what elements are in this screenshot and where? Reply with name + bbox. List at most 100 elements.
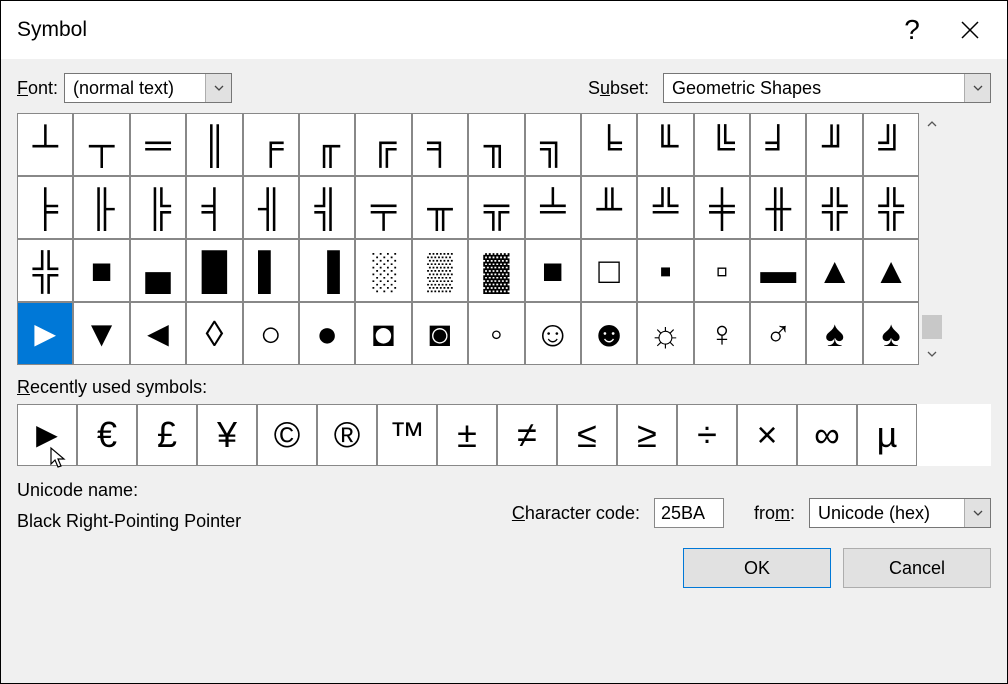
recent-symbol-cell[interactable]: ≥: [617, 404, 677, 466]
recent-symbol-cell[interactable]: ±: [437, 404, 497, 466]
symbol-cell[interactable]: ▓: [468, 239, 524, 302]
scroll-track[interactable]: [921, 135, 943, 343]
recent-symbol-cell[interactable]: €: [77, 404, 137, 466]
cancel-button[interactable]: Cancel: [843, 548, 991, 588]
symbol-cell[interactable]: ┬: [73, 113, 129, 176]
symbol-cell[interactable]: ◦: [468, 302, 524, 365]
symbol-cell[interactable]: ░: [355, 239, 411, 302]
symbol-cell[interactable]: ◊: [186, 302, 242, 365]
recent-symbol-cell[interactable]: ×: [737, 404, 797, 466]
chevron-down-icon[interactable]: [964, 74, 990, 102]
symbol-cell[interactable]: ▒: [412, 239, 468, 302]
symbol-cell[interactable]: ╕: [412, 113, 468, 176]
symbol-cell[interactable]: ╒: [243, 113, 299, 176]
ok-button[interactable]: OK: [683, 548, 831, 588]
symbol-cell[interactable]: ╛: [750, 113, 806, 176]
symbol-cell[interactable]: ●: [299, 302, 355, 365]
unicode-info: Unicode name: Black Right-Pointing Point…: [17, 480, 241, 588]
recent-symbol-cell[interactable]: ≠: [497, 404, 557, 466]
symbol-cell[interactable]: ╨: [581, 176, 637, 239]
symbol-cell[interactable]: ▌: [243, 239, 299, 302]
symbol-cell[interactable]: ╤: [355, 176, 411, 239]
symbol-cell[interactable]: ╢: [243, 176, 299, 239]
recent-symbol-cell[interactable]: ≤: [557, 404, 617, 466]
symbol-cell[interactable]: ◙: [412, 302, 468, 365]
recent-symbol-cell[interactable]: ∞: [797, 404, 857, 466]
symbol-cell[interactable]: ╬: [863, 176, 919, 239]
scroll-thumb[interactable]: [922, 315, 942, 339]
symbol-cell[interactable]: ▬: [750, 239, 806, 302]
symbol-cell[interactable]: ╡: [186, 176, 242, 239]
symbol-cell[interactable]: ■: [73, 239, 129, 302]
symbol-cell[interactable]: □: [581, 239, 637, 302]
symbol-cell[interactable]: ■: [525, 239, 581, 302]
symbol-cell[interactable]: ╦: [468, 176, 524, 239]
chevron-down-icon[interactable]: [964, 499, 990, 527]
symbol-cell[interactable]: ♀: [694, 302, 750, 365]
symbol-cell[interactable]: ╘: [581, 113, 637, 176]
symbol-cell[interactable]: ╩: [637, 176, 693, 239]
recent-symbol-cell[interactable]: ¥: [197, 404, 257, 466]
symbol-cell[interactable]: ▲: [806, 239, 862, 302]
symbol-cell[interactable]: ╓: [299, 113, 355, 176]
symbol-cell[interactable]: ♠: [863, 302, 919, 365]
symbol-cell[interactable]: ○: [243, 302, 299, 365]
symbol-cell[interactable]: ┴: [17, 113, 73, 176]
symbol-cell[interactable]: ╟: [73, 176, 129, 239]
scroll-up-button[interactable]: [921, 113, 943, 135]
symbol-cell[interactable]: ♠: [806, 302, 862, 365]
recent-symbol-cell[interactable]: µ: [857, 404, 917, 466]
font-combo[interactable]: [64, 73, 232, 103]
symbol-cell[interactable]: ▪: [637, 239, 693, 302]
symbol-cell[interactable]: ╞: [17, 176, 73, 239]
symbol-cell[interactable]: ╪: [694, 176, 750, 239]
symbol-cell[interactable]: ►: [17, 302, 73, 365]
symbol-cell[interactable]: ♂: [750, 302, 806, 365]
symbol-cell[interactable]: █: [186, 239, 242, 302]
symbol-cell[interactable]: ▲: [863, 239, 919, 302]
symbol-cell[interactable]: ╣: [299, 176, 355, 239]
symbol-cell[interactable]: ╙: [637, 113, 693, 176]
symbol-cell[interactable]: ▼: [73, 302, 129, 365]
symbol-cell[interactable]: ▐: [299, 239, 355, 302]
symbol-cell[interactable]: ╜: [806, 113, 862, 176]
symbol-cell[interactable]: ▫: [694, 239, 750, 302]
symbol-cell[interactable]: ═: [130, 113, 186, 176]
symbol-cell[interactable]: ╬: [17, 239, 73, 302]
symbol-cell[interactable]: ☻: [581, 302, 637, 365]
symbol-grid: ┴┬═║╒╓╔╕╖╗╘╙╚╛╜╝╞╟╠╡╢╣╤╥╦╧╨╩╪╫╬╬╬■▄█▌▐░▒…: [17, 113, 919, 365]
symbol-cell[interactable]: ☼: [637, 302, 693, 365]
recent-symbol-cell[interactable]: ™: [377, 404, 437, 466]
subset-input[interactable]: [664, 74, 964, 102]
symbol-cell[interactable]: ╚: [694, 113, 750, 176]
subset-combo[interactable]: [663, 73, 991, 103]
recent-symbol-cell[interactable]: ►: [17, 404, 77, 466]
scroll-down-button[interactable]: [921, 343, 943, 365]
scrollbar[interactable]: [921, 113, 943, 365]
from-input[interactable]: [810, 499, 964, 527]
font-input[interactable]: [65, 74, 205, 102]
recent-symbol-cell[interactable]: £: [137, 404, 197, 466]
close-button[interactable]: [941, 8, 999, 52]
symbol-cell[interactable]: ╠: [130, 176, 186, 239]
recent-symbol-cell[interactable]: ÷: [677, 404, 737, 466]
symbol-cell[interactable]: ╖: [468, 113, 524, 176]
symbol-cell[interactable]: ▄: [130, 239, 186, 302]
symbol-cell[interactable]: ◄: [130, 302, 186, 365]
charcode-input[interactable]: [654, 498, 724, 528]
symbol-cell[interactable]: ╔: [355, 113, 411, 176]
symbol-cell[interactable]: ╗: [525, 113, 581, 176]
symbol-cell[interactable]: ╝: [863, 113, 919, 176]
help-button[interactable]: ?: [883, 8, 941, 52]
recent-symbol-cell[interactable]: ©: [257, 404, 317, 466]
symbol-cell[interactable]: ╬: [806, 176, 862, 239]
recent-symbol-cell[interactable]: ®: [317, 404, 377, 466]
symbol-cell[interactable]: ╫: [750, 176, 806, 239]
symbol-cell[interactable]: ◘: [355, 302, 411, 365]
symbol-cell[interactable]: ╧: [525, 176, 581, 239]
symbol-cell[interactable]: ☺: [525, 302, 581, 365]
symbol-cell[interactable]: ╥: [412, 176, 468, 239]
chevron-down-icon[interactable]: [205, 74, 231, 102]
from-combo[interactable]: [809, 498, 991, 528]
symbol-cell[interactable]: ║: [186, 113, 242, 176]
